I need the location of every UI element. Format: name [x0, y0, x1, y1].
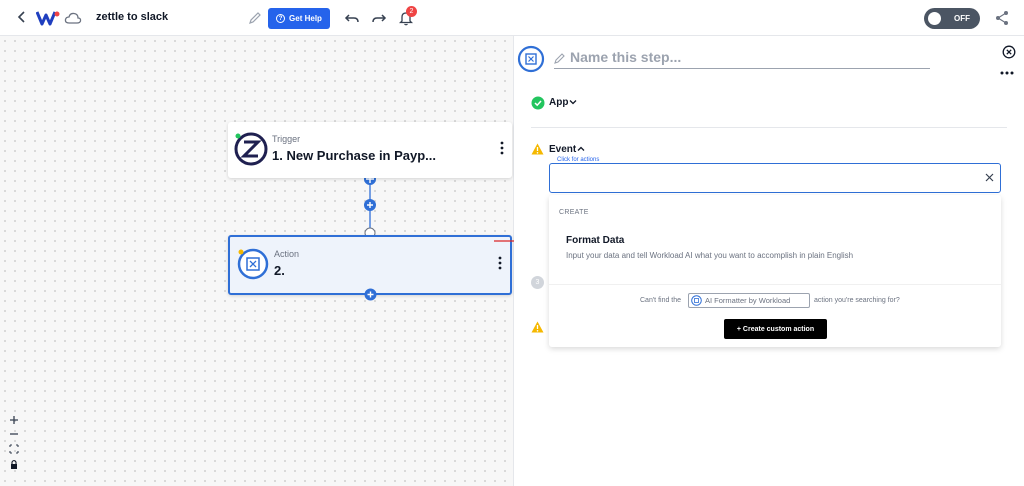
- action-name: 2.: [274, 263, 285, 278]
- notification-badge: 2: [406, 6, 417, 17]
- cant-find-suffix: action you're searching for?: [814, 297, 900, 304]
- add-step-below-icon[interactable]: [364, 288, 377, 301]
- close-panel-icon[interactable]: [1002, 45, 1016, 59]
- back-arrow-icon[interactable]: [14, 9, 30, 25]
- cant-find-prefix: Can't find the: [640, 297, 682, 304]
- edit-step-name-icon: [554, 53, 565, 64]
- get-help-label: Get Help: [289, 14, 322, 23]
- app-section-label[interactable]: App: [549, 97, 568, 108]
- ai-formatter-chip: AI Formatter by Workload: [688, 293, 810, 308]
- section-divider: [531, 127, 1007, 128]
- trigger-node[interactable]: Trigger 1. New Purchase in Payp...: [228, 122, 512, 178]
- dropdown-section-header: CREATE: [559, 209, 589, 216]
- event-section-label[interactable]: Event: [549, 144, 576, 155]
- redo-icon[interactable]: [371, 11, 387, 25]
- zettle-app-icon: [234, 132, 268, 166]
- get-help-button[interactable]: ? Get Help: [268, 8, 330, 29]
- zoom-controls[interactable]: [7, 412, 21, 472]
- dropdown-divider: [549, 284, 1001, 285]
- workflow-toggle[interactable]: OFF: [924, 8, 980, 29]
- panel-more-icon[interactable]: [1000, 71, 1014, 75]
- trigger-more-icon[interactable]: [500, 141, 504, 155]
- workflow-title[interactable]: zettle to slack: [96, 11, 168, 23]
- trigger-kind-label: Trigger: [272, 134, 301, 144]
- step-name-placeholder: Name this step...: [570, 49, 682, 65]
- event-warning-icon: [531, 143, 544, 155]
- format-data-option[interactable]: Format Data: [566, 235, 624, 246]
- create-custom-action-button[interactable]: + Create custom action: [724, 319, 827, 339]
- action-input-label: Click for actions: [555, 157, 602, 163]
- toggle-knob: [928, 12, 941, 25]
- step-app-icon: [517, 45, 545, 73]
- clear-input-icon[interactable]: [985, 173, 994, 182]
- chevron-down-icon[interactable]: [569, 98, 577, 106]
- action-more-icon[interactable]: [498, 256, 502, 270]
- action-node[interactable]: Action 2.: [228, 235, 512, 295]
- share-icon[interactable]: [995, 10, 1009, 26]
- edit-title-icon[interactable]: [248, 11, 262, 25]
- ai-formatter-app-icon: [237, 248, 269, 280]
- undo-icon[interactable]: [344, 11, 360, 25]
- question-icon: ?: [276, 14, 286, 23]
- format-data-description[interactable]: Input your data and tell Workload AI wha…: [566, 251, 853, 260]
- cloud-sync-icon: [64, 12, 82, 24]
- warning-icon: [531, 321, 544, 333]
- ai-formatter-icon: [691, 295, 702, 306]
- app-complete-check-icon: [531, 96, 545, 110]
- trigger-name: 1. New Purchase in Payp...: [272, 148, 437, 163]
- toggle-label: OFF: [954, 14, 970, 23]
- action-kind-label: Action: [274, 249, 300, 259]
- workload-logo-icon: [36, 11, 60, 26]
- chevron-up-icon[interactable]: [577, 145, 585, 153]
- step-3-marker: 3: [531, 276, 544, 289]
- action-search-input[interactable]: [549, 163, 1001, 193]
- step-name-input[interactable]: Name this step...: [554, 49, 930, 69]
- ai-formatter-chip-label: AI Formatter by Workload: [705, 296, 791, 305]
- top-bar: zettle to slack ? Get Help 2 OFF: [0, 0, 1024, 36]
